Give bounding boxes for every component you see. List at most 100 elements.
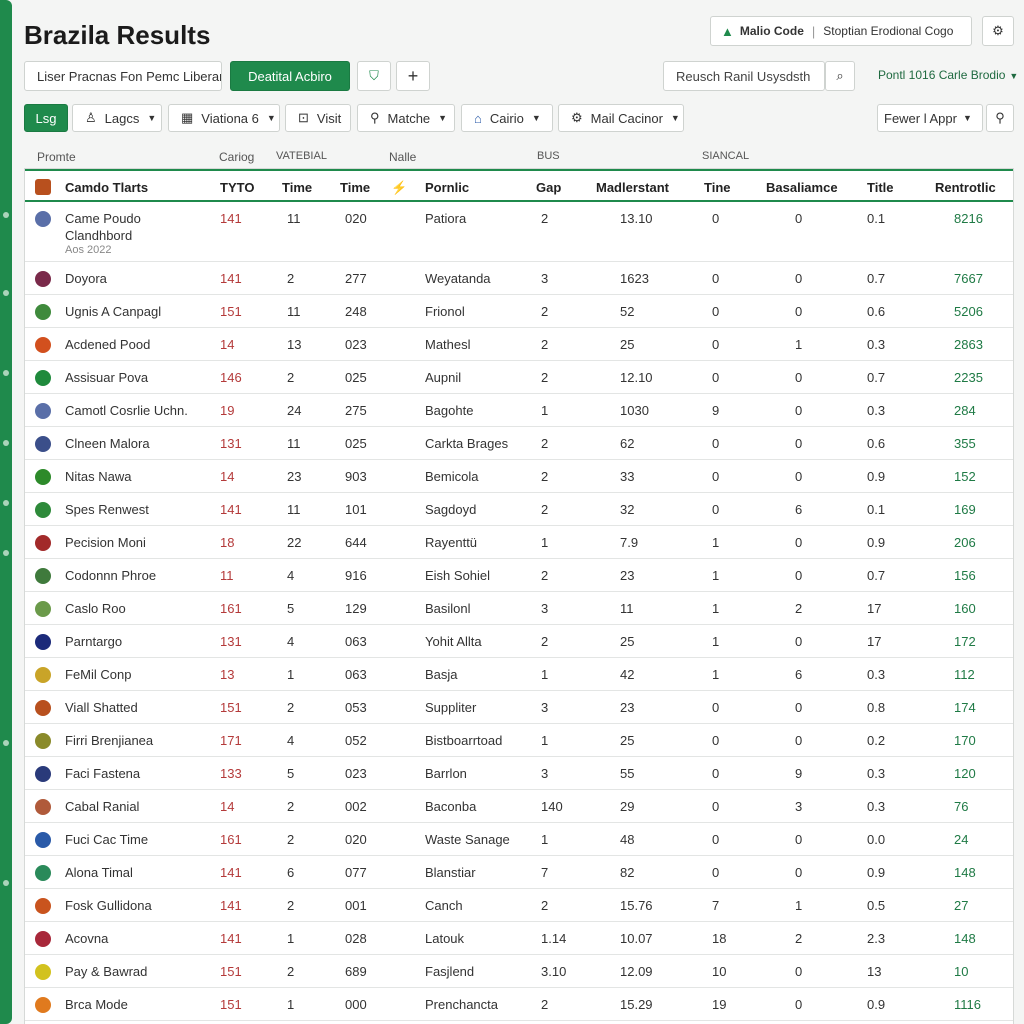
fewer-dropdown[interactable]: Fewer l Appr ▼ (877, 104, 983, 132)
team-logo-icon (35, 403, 51, 419)
time2-value: 053 (345, 700, 367, 715)
madlerstant-value: 82 (620, 865, 635, 880)
settings-button[interactable]: ⚙ (982, 16, 1014, 46)
chevron-down-icon: ▼ (1009, 71, 1019, 81)
col-header[interactable]: Time (282, 180, 312, 195)
madlerstant-value: 29 (620, 799, 635, 814)
nav-dot[interactable] (3, 440, 9, 446)
time2-value: 063 (345, 634, 367, 649)
stations-dropdown[interactable]: ▦ Viationa 6 ▼ (168, 104, 280, 132)
title-value: 2.3 (867, 931, 886, 946)
table-row[interactable]: Ugnis A Canpagl 151 11 248 Frionol 2 52 0 0 0.6 52… (25, 295, 1013, 328)
table-row[interactable]: Cabal Ranial 14 2 002 Baconba 140 29 0 3 0.3 76 (25, 790, 1013, 823)
nav-dot[interactable] (3, 740, 9, 746)
gap-value: 2 (541, 898, 549, 913)
col-header[interactable]: TYTO (220, 180, 254, 195)
table-row[interactable]: Caslo Roo 161 5 129 Basilonl 3 11 1 2 17 160 (25, 592, 1013, 625)
brand-panel[interactable]: ▲ Malio Code | Stoptian Erodional Cogo (710, 16, 972, 46)
user-search-button[interactable]: ⚲ (986, 104, 1014, 132)
brand-label: Malio Code (739, 24, 804, 38)
rentrotlic-value: 2235 (954, 370, 983, 385)
table-row[interactable]: FeMil Conp 13 1 063 Basja 1 42 1 6 0.3 112 (25, 658, 1013, 691)
time2-value: 025 (345, 370, 367, 385)
time2-value: 023 (345, 337, 367, 352)
table-row[interactable]: Clneen Malora 131 11 025 Carkta Brages 2 62 0 0 0… (25, 427, 1013, 460)
col-header[interactable]: Title (867, 180, 894, 195)
table-row[interactable]: Viall Shatted 151 2 053 Suppliter 3 23 0 0 0.8 174 (25, 691, 1013, 724)
search-button[interactable]: ⌕ (825, 61, 855, 91)
balance-value: 9 (795, 766, 803, 781)
nav-dot[interactable] (3, 880, 9, 886)
opponent-name: Bagohte (425, 403, 474, 418)
team-name: Spes Renwest (65, 502, 149, 517)
col-header[interactable]: Time (340, 180, 370, 195)
col-header[interactable]: Madlerstant (596, 180, 669, 195)
table-row[interactable]: Brca Mode 151 1 000 Prenchancta 2 15.29 19 0 0.9 1… (25, 988, 1013, 1021)
nav-dot[interactable] (3, 290, 9, 296)
tine-value: 0 (712, 337, 720, 352)
table-row[interactable]: Alona Timal 141 6 077 Blanstiar 7 82 0 0 0.9 148 (25, 856, 1013, 889)
table-row[interactable]: Parntargo 131 4 063 Yohit Allta 2 25 1 0 17 172 (25, 625, 1013, 658)
time-value: 1 (287, 997, 295, 1012)
table-row[interactable]: Acdened Pood 14 13 023 Mathesl 2 25 0 1 0.3 2863 (25, 328, 1013, 361)
table-row[interactable]: Came Poudo Clandhbord Aos 2022 141 11 020 Pati… (25, 202, 1013, 262)
nav-dot[interactable] (3, 500, 9, 506)
col-header[interactable]: Tine (704, 180, 731, 195)
time2-value: 275 (345, 403, 367, 418)
table-row[interactable]: Firri Brenjianea 171 4 052 Bistboarrtoad 1 25 0… (25, 724, 1013, 757)
table-row[interactable]: Camotl Cosrlie Uchn. 19 24 275 Bagohte 1 1030 9… (25, 394, 1013, 427)
table-row[interactable]: Assisuar Pova 146 2 025 Aupnil 2 12.10 0 0 0.7 223… (25, 361, 1013, 394)
rentrotlic-value: 7667 (954, 271, 983, 286)
tine-value: 1 (712, 667, 720, 682)
table-row[interactable]: Doyora 141 2 277 Weyatanda 3 1623 0 0 0.7 7667 (25, 262, 1013, 295)
opponent-name: Carkta Brages (425, 436, 509, 451)
lightning-icon: ⚡ (391, 180, 408, 195)
visit-button[interactable]: ⊡ Visit (285, 104, 351, 132)
gear-icon: ⚙ (992, 23, 1004, 38)
nav-dot[interactable] (3, 212, 9, 218)
table-row[interactable]: Fosk Gullidona 141 2 001 Canch 2 15.76 7 1 0.5 27 (25, 889, 1013, 922)
tyto-value: 146 (220, 370, 242, 385)
right-link[interactable]: Pontl 1016 Carle Brodio ▼ (878, 68, 1018, 82)
table-row[interactable]: Fuci Cac Time 161 2 020 Waste Sanage 1 48 0 0 0.0… (25, 823, 1013, 856)
col-header[interactable]: Rentrotlic (935, 180, 996, 195)
col-header[interactable]: Pornlic (425, 180, 469, 195)
team-name-line2: Clandhbord (65, 228, 133, 243)
matches-dropdown[interactable]: ⚲ Matche ▼ (357, 104, 455, 132)
opponent-name: Basja (425, 667, 458, 682)
col-header[interactable]: Gap (536, 180, 561, 195)
mail-dropdown[interactable]: ⚙ Mail Cacinor ▼ (558, 104, 684, 132)
add-button[interactable]: + (396, 61, 430, 91)
search-placeholder: Reusch Ranil Usysdsth (676, 68, 811, 84)
nav-dot[interactable] (3, 550, 9, 556)
chevron-down-icon: ▼ (266, 113, 276, 123)
leagues-dropdown[interactable]: ♙ Lagcs ▼ (72, 104, 162, 132)
team-name: Camotl Cosrlie Uchn. (65, 403, 188, 418)
table-row[interactable]: Faci Fastena 133 5 023 Barrlon 3 55 0 9 0.3 120 (25, 757, 1013, 790)
col-header[interactable]: Camdo Tlarts (65, 180, 148, 195)
time-value: 11 (287, 211, 301, 226)
gap-value: 3 (541, 271, 549, 286)
team-name: Fuci Cac Time (65, 832, 149, 847)
cairo-dropdown[interactable]: ⌂ Cairio ▼ (461, 104, 553, 132)
col-header[interactable]: Basaliamce (766, 180, 838, 195)
nav-dot[interactable] (3, 370, 9, 376)
log-button[interactable]: Lsg (24, 104, 68, 132)
search-input[interactable]: Reusch Ranil Usysdsth (663, 61, 825, 91)
table-row[interactable]: Pay & Bawrad 151 2 689 Fasjlend 3.10 12.09 10 0 1… (25, 955, 1013, 988)
time-value: 4 (287, 733, 295, 748)
filter-input[interactable]: Liser Pracnas Fon Pemc Liberan (24, 61, 222, 91)
table-row[interactable]: Spes Renwest 141 11 101 Sagdoyd 2 32 0 6 0.1 169 (25, 493, 1013, 526)
rentrotlic-value: 174 (954, 700, 976, 715)
table-row[interactable]: Acovna 141 1 028 Latouk 1.14 10.07 18 2 2.3 148 (25, 922, 1013, 955)
team-name: Acdened Pood (65, 337, 151, 352)
shield-button[interactable]: ⛉ (357, 61, 391, 91)
balance-value: 0 (795, 832, 803, 847)
opponent-name: Patiora (425, 211, 467, 226)
tine-value: 1 (712, 535, 720, 550)
table-row[interactable]: Nitas Nawa 14 23 903 Bemicola 2 33 0 0 0.9 152 (25, 460, 1013, 493)
table-row[interactable]: Codonnn Phroe 11 4 916 Eish Sohiel 2 23 1 0 0.7 15… (25, 559, 1013, 592)
primary-action-button[interactable]: Deatital Acbiro (230, 61, 350, 91)
team-logo-icon (35, 832, 51, 848)
table-row[interactable]: Pecision Moni 18 22 644 Rayenttü 1 7.9 1 0 0.9 206 (25, 526, 1013, 559)
